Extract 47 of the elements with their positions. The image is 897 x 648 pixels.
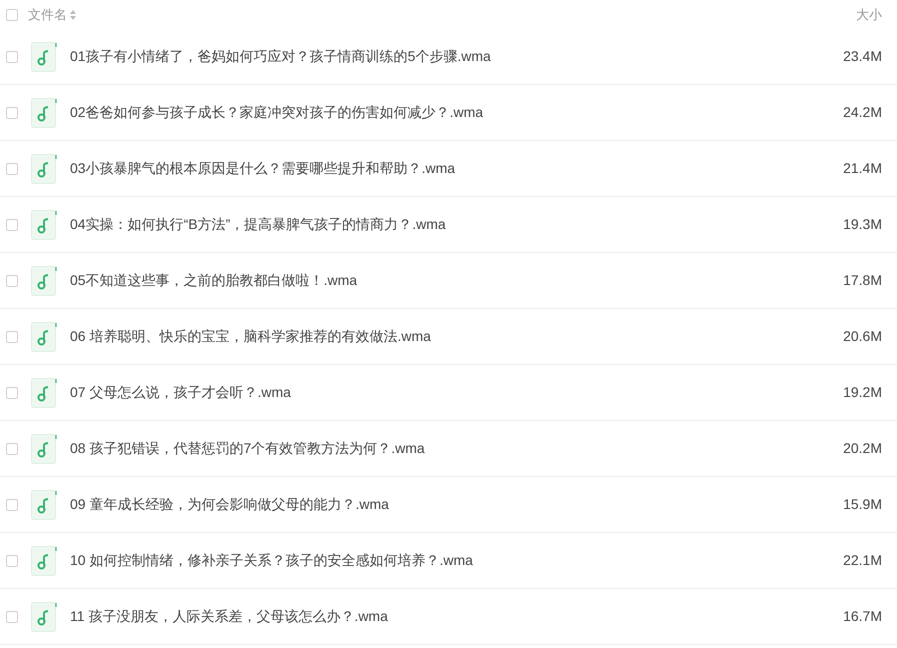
file-name[interactable]: 07 父母怎么说，孩子才会听？.wma	[70, 382, 291, 403]
file-name[interactable]: 08 孩子犯错误，代替惩罚的7个有效管教方法为何？.wma	[70, 438, 425, 459]
audio-file-icon	[31, 546, 57, 576]
audio-file-icon	[31, 322, 57, 352]
file-size: 22.1M	[843, 551, 882, 570]
audio-file-icon	[31, 434, 57, 464]
row-checkbox[interactable]	[6, 554, 18, 566]
row-checkbox[interactable]	[6, 442, 18, 454]
file-size: 24.2M	[843, 103, 882, 122]
file-size: 15.9M	[843, 495, 882, 514]
row-checkbox[interactable]	[6, 610, 18, 622]
file-size: 20.2M	[843, 439, 882, 458]
file-size: 23.4M	[843, 47, 882, 66]
row-checkbox[interactable]	[6, 162, 18, 174]
file-size: 19.2M	[843, 383, 882, 402]
file-name[interactable]: 01孩子有小情绪了，爸妈如何巧应对？孩子情商训练的5个步骤.wma	[70, 46, 491, 67]
file-name[interactable]: 11 孩子没朋友，人际关系差，父母该怎么办？.wma	[70, 606, 388, 627]
file-name[interactable]: 09 童年成长经验，为何会影响做父母的能力？.wma	[70, 494, 389, 515]
audio-file-icon	[31, 490, 57, 520]
file-size: 19.3M	[843, 215, 882, 234]
row-checkbox[interactable]	[6, 106, 18, 118]
file-name[interactable]: 10 如何控制情绪，修补亲子关系？孩子的安全感如何培养？.wma	[70, 550, 473, 571]
row-checkbox[interactable]	[6, 498, 18, 510]
file-size: 21.4M	[843, 159, 882, 178]
audio-file-icon	[31, 378, 57, 408]
row-checkbox[interactable]	[6, 218, 18, 230]
row-checkbox[interactable]	[6, 330, 18, 342]
sort-icon[interactable]	[70, 10, 76, 20]
column-header: 大小	[856, 6, 882, 24]
file-size: 17.8M	[843, 271, 882, 290]
row-checkbox[interactable]	[6, 50, 18, 62]
file-name[interactable]: 03小孩暴脾气的根本原因是什么？需要哪些提升和帮助？.wma	[70, 158, 456, 179]
file-name[interactable]: 06 培养聪明、快乐的宝宝，脑科学家推荐的有效做法.wma	[70, 326, 431, 347]
row-checkbox[interactable]	[6, 386, 18, 398]
file-size: 16.7M	[843, 607, 882, 626]
file-name[interactable]: 02爸爸如何参与孩子成长？家庭冲突对孩子的伤害如何减少？.wma	[70, 102, 484, 123]
audio-file-icon	[31, 98, 57, 128]
file-name[interactable]: 05不知道这些事，之前的胎教都白做啦！.wma	[70, 270, 358, 291]
file-name[interactable]: 04实操：如何执行“B方法”，提高暴脾气孩子的情商力？.wma	[70, 214, 446, 235]
audio-file-icon	[31, 154, 57, 184]
audio-file-icon	[31, 42, 57, 72]
audio-file-icon	[31, 602, 57, 632]
file-size: 20.6M	[843, 327, 882, 346]
select-all-checkbox[interactable]	[6, 8, 18, 20]
row-checkbox[interactable]	[6, 274, 18, 286]
audio-file-icon	[31, 210, 57, 240]
audio-file-icon	[31, 266, 57, 296]
